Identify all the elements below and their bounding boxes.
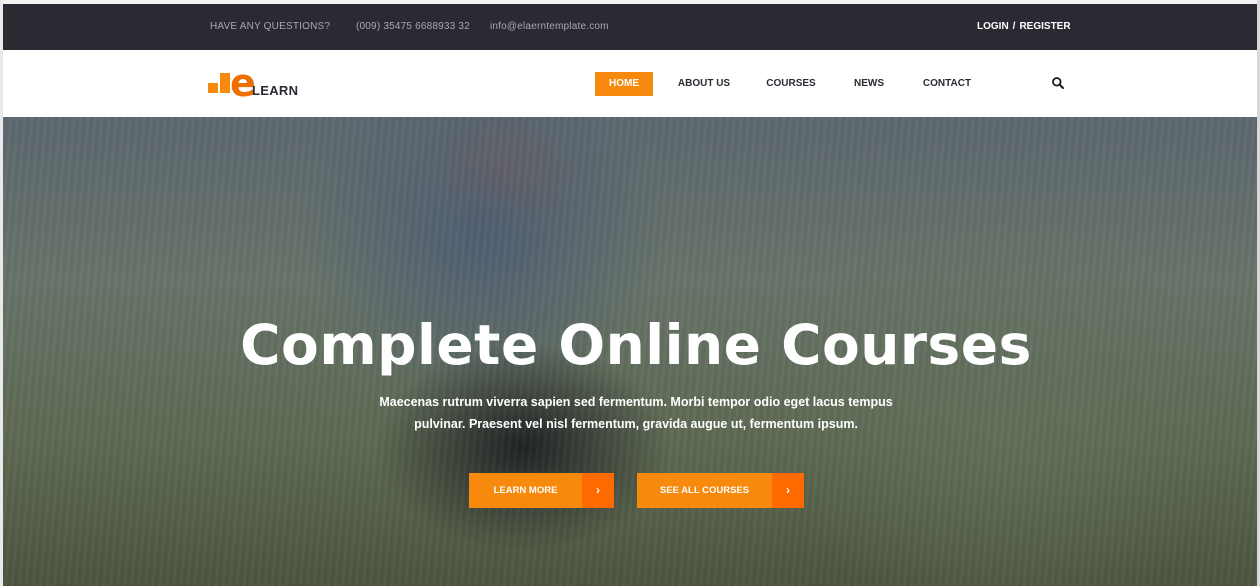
- chevron-right-icon: ›: [582, 473, 614, 508]
- logo-square-tall: [220, 73, 230, 93]
- hero-title: Complete Online Courses: [240, 313, 1032, 377]
- nav-home[interactable]: HOME: [595, 72, 653, 96]
- auth-separator: /: [1012, 21, 1016, 32]
- nav-courses[interactable]: COURSES: [763, 72, 819, 96]
- nav-news[interactable]: NEWS: [848, 72, 890, 96]
- see-all-courses-button[interactable]: SEE ALL COURSES ›: [637, 473, 804, 508]
- main-navbar: e LEARN HOME ABOUT US COURSES NEWS CONTA…: [3, 50, 1257, 117]
- learn-more-label: LEARN MORE: [493, 485, 558, 496]
- nav-contact[interactable]: CONTACT: [919, 72, 975, 96]
- phone-number[interactable]: (009) 35475 6688933 32: [356, 21, 470, 32]
- auth-links: LOGIN / REGISTER: [977, 21, 1071, 32]
- chevron-right-icon: ›: [772, 473, 804, 508]
- hero-banner: Complete Online Courses Maecenas rutrum …: [3, 117, 1257, 586]
- logo-text: LEARN: [252, 83, 299, 98]
- register-link[interactable]: REGISTER: [1019, 21, 1070, 32]
- hero-subtitle: Maecenas rutrum viverra sapien sed ferme…: [373, 391, 899, 435]
- search-icon[interactable]: [1051, 76, 1065, 90]
- top-info-bar: HAVE ANY QUESTIONS? (009) 35475 6688933 …: [3, 4, 1257, 50]
- see-all-courses-label: SEE ALL COURSES: [659, 485, 750, 496]
- hero-subtitle-line-2: pulvinar. Praesent vel nisl fermentum, g…: [414, 417, 858, 431]
- nav-about-us[interactable]: ABOUT US: [673, 72, 735, 96]
- login-link[interactable]: LOGIN: [977, 21, 1009, 32]
- email-link[interactable]: info@elaerntemplate.com: [490, 21, 609, 32]
- logo-square-small: [208, 83, 218, 93]
- elearn-logo[interactable]: e LEARN: [208, 64, 318, 102]
- hero-subtitle-line-1: Maecenas rutrum viverra sapien sed ferme…: [379, 395, 893, 409]
- learn-more-button[interactable]: LEARN MORE ›: [469, 473, 614, 508]
- questions-label: HAVE ANY QUESTIONS?: [210, 21, 331, 32]
